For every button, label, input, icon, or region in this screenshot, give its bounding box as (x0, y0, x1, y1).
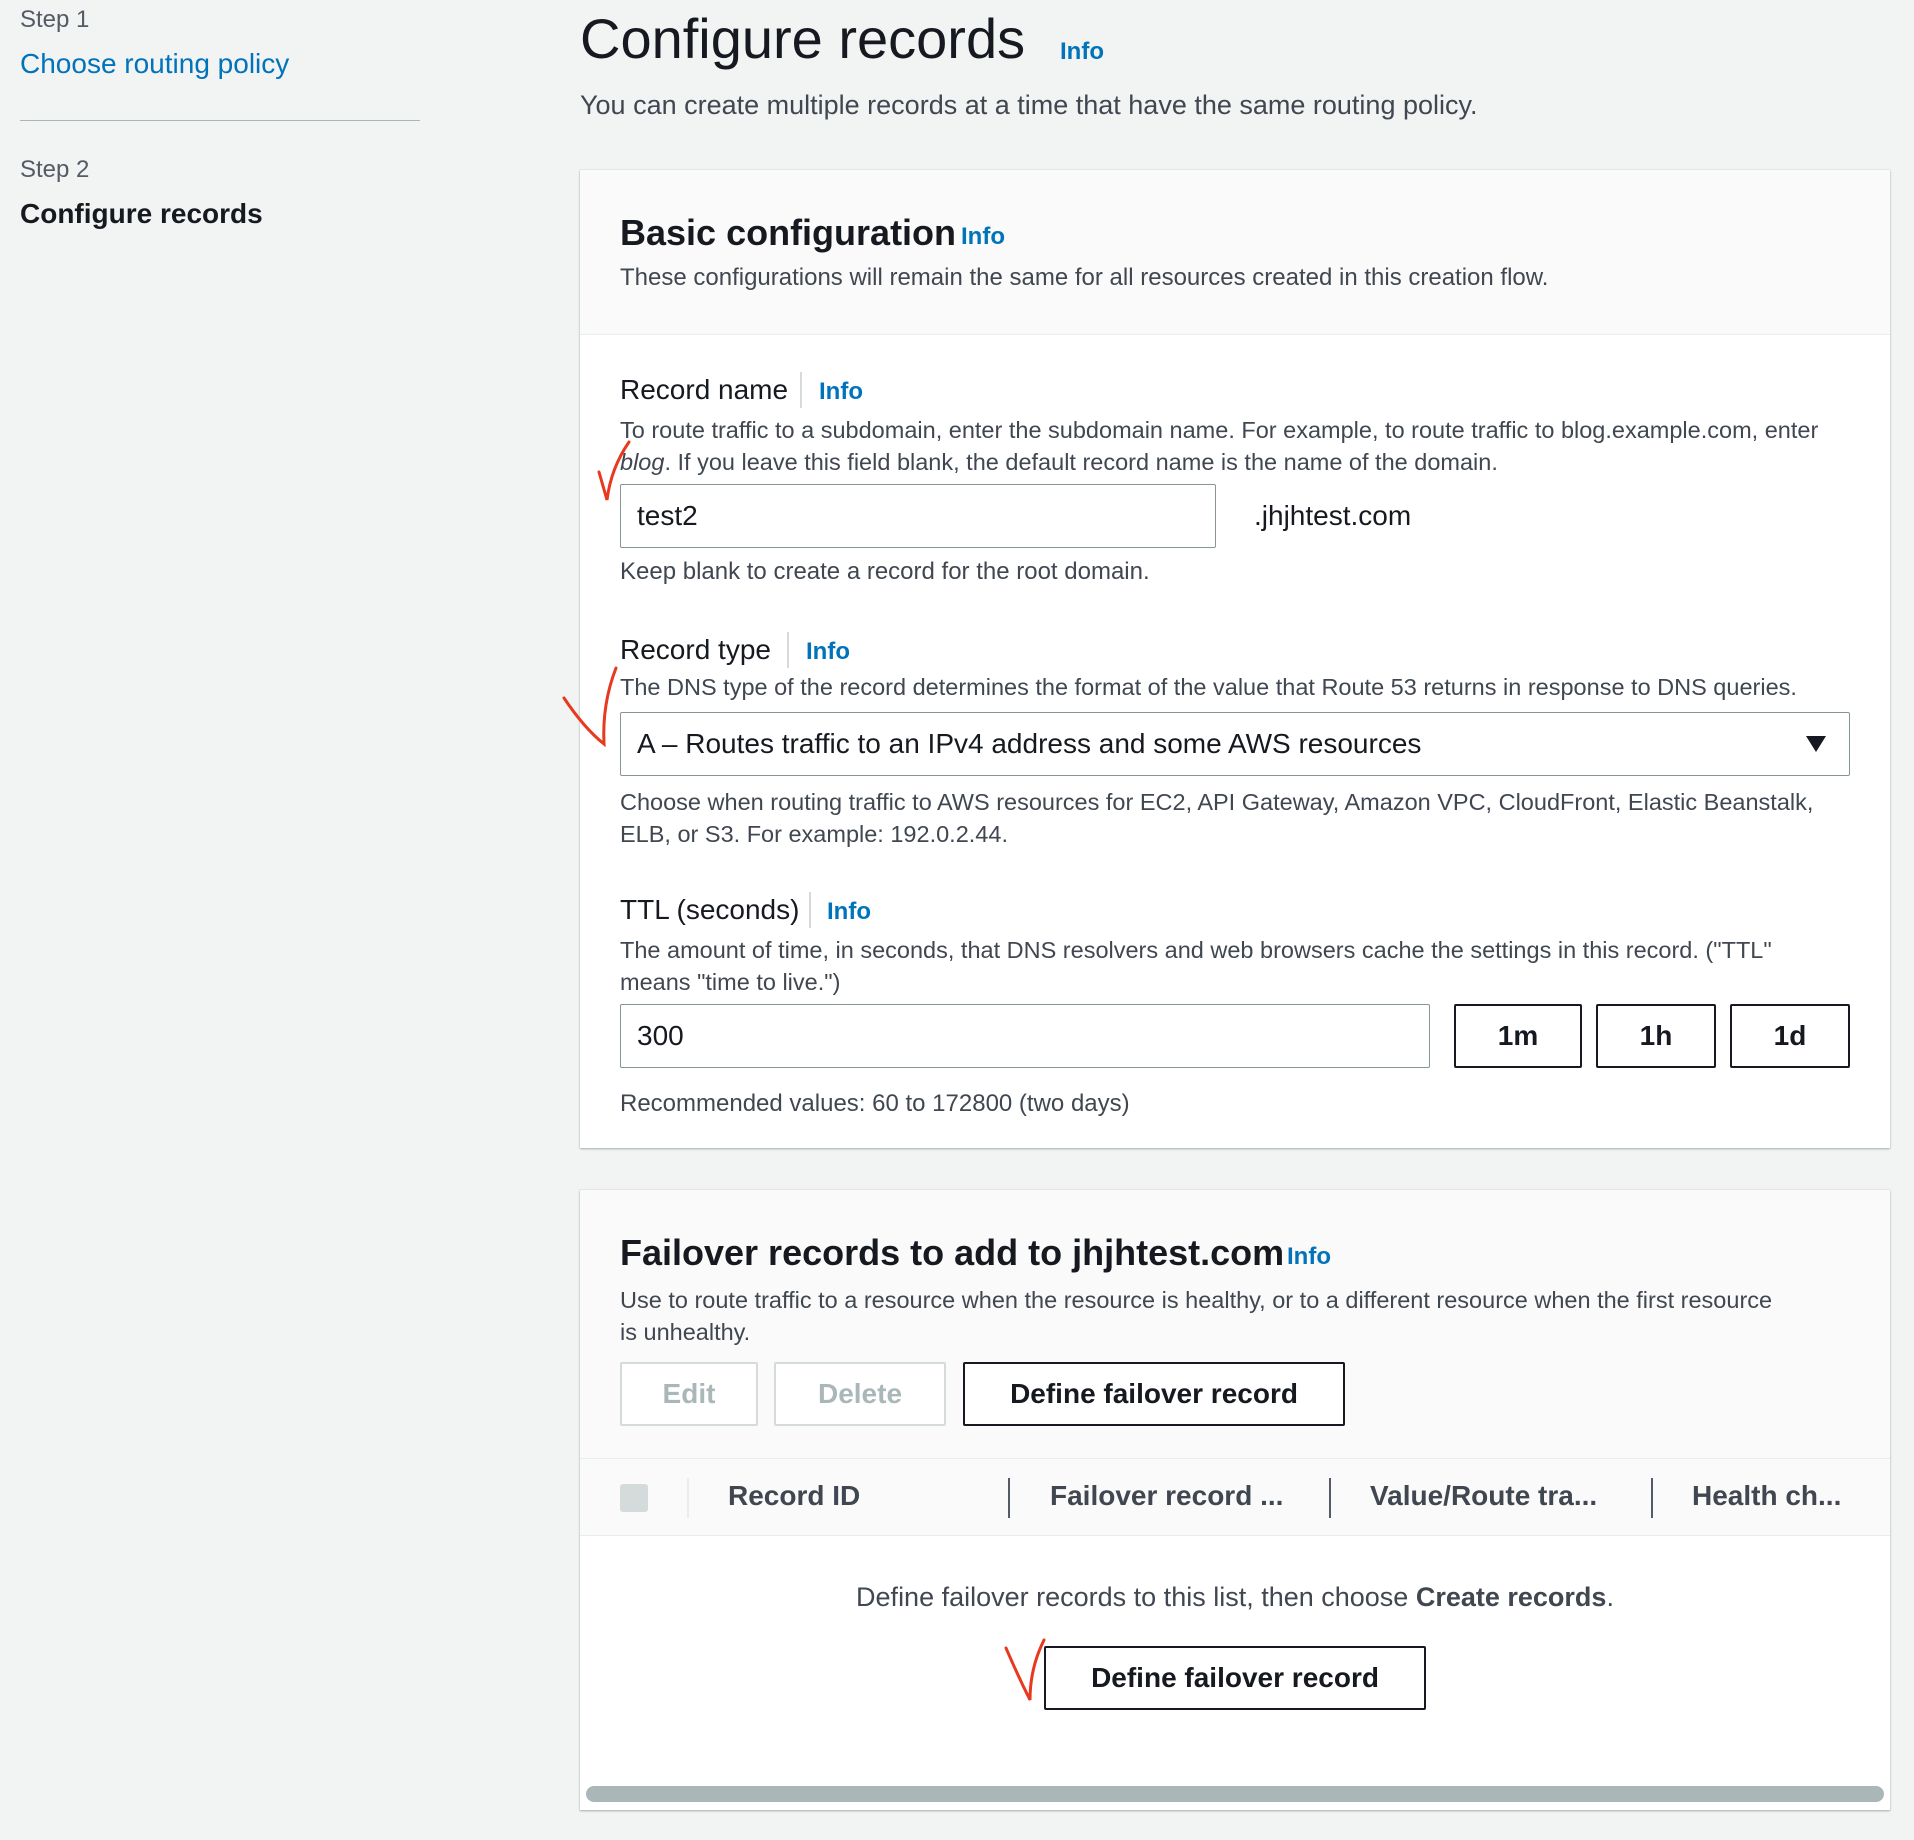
edit-button[interactable]: Edit (620, 1362, 758, 1426)
record-type-description: The DNS type of the record determines th… (620, 674, 1797, 700)
record-type-select[interactable]: A – Routes traffic to an IPv4 address an… (620, 712, 1850, 776)
failover-title: Failover records to add to jhjhtest.com (620, 1232, 1285, 1273)
delete-button[interactable]: Delete (774, 1362, 946, 1426)
record-type-hint: Choose when routing traffic to AWS resou… (620, 789, 1814, 847)
record-type-label: Record type (620, 634, 771, 665)
step2-current: Configure records (20, 198, 263, 229)
ttl-1d-button[interactable]: 1d (1730, 1004, 1850, 1068)
basic-config-info-link[interactable]: Info (961, 223, 1005, 251)
column-value-route[interactable]: Value/Route tra... (1370, 1480, 1597, 1512)
checkmark-annotation-icon (1004, 1638, 1046, 1701)
ttl-1h-button[interactable]: 1h (1596, 1004, 1716, 1068)
caret-down-icon (1806, 736, 1826, 752)
record-name-description: To route traffic to a subdomain, enter t… (620, 417, 1819, 475)
step1-label: Step 1 (20, 6, 90, 33)
failover-panel: Failover records to add to jhjhtest.com … (580, 1190, 1890, 1810)
column-record-id[interactable]: Record ID (728, 1480, 860, 1512)
define-failover-record-button[interactable]: Define failover record (963, 1362, 1345, 1426)
ttl-label: TTL (seconds) (620, 894, 800, 925)
basic-config-panel: Basic configuration Info These configura… (580, 170, 1890, 1148)
step1-link[interactable]: Choose routing policy (20, 48, 289, 80)
ttl-1m-button[interactable]: 1m (1454, 1004, 1582, 1068)
empty-state-message: Define failover records to this list, th… (856, 1582, 1614, 1612)
checkmark-annotation-icon (597, 440, 631, 501)
step2-label: Step 2 (20, 156, 90, 183)
select-all-checkbox[interactable] (620, 1484, 648, 1512)
column-separator (1329, 1478, 1331, 1518)
record-name-info-link[interactable]: Info (819, 378, 863, 406)
record-type-info-separator (787, 632, 789, 668)
column-separator (1008, 1478, 1010, 1518)
column-separator (1651, 1478, 1653, 1518)
nav-divider (20, 120, 420, 121)
empty-define-failover-record-button[interactable]: Define failover record (1044, 1646, 1426, 1710)
record-name-label: Record name (620, 374, 789, 405)
ttl-info-link[interactable]: Info (827, 898, 871, 926)
basic-config-description: These configurations will remain the sam… (620, 264, 1549, 291)
column-health-check[interactable]: Health ch... (1692, 1480, 1841, 1512)
ttl-info-separator (809, 892, 811, 928)
record-type-selected-value: A – Routes traffic to an IPv4 address an… (637, 728, 1422, 759)
page-description: You can create multiple records at a tim… (580, 90, 1478, 120)
column-failover-record[interactable]: Failover record ... (1050, 1480, 1283, 1512)
ttl-hint: Recommended values: 60 to 172800 (two da… (620, 1090, 1130, 1117)
page-info-link[interactable]: Info (1060, 38, 1104, 66)
ttl-input[interactable]: 300 (620, 1004, 1430, 1068)
record-type-info-link[interactable]: Info (806, 638, 850, 666)
record-name-info-separator (800, 372, 802, 408)
failover-description: Use to route traffic to a resource when … (620, 1287, 1773, 1345)
page-title: Configure records (580, 7, 1026, 70)
domain-suffix: .jhjhtest.com (1254, 500, 1412, 531)
failover-info-link[interactable]: Info (1287, 1243, 1331, 1271)
horizontal-scrollbar[interactable] (586, 1786, 1884, 1802)
record-name-input[interactable]: test2 (620, 484, 1216, 548)
checkmark-annotation-icon (562, 666, 618, 748)
basic-config-title: Basic configuration (620, 212, 957, 253)
column-separator (687, 1478, 689, 1518)
record-name-hint: Keep blank to create a record for the ro… (620, 558, 1150, 585)
ttl-description: The amount of time, in seconds, that DNS… (620, 937, 1772, 995)
